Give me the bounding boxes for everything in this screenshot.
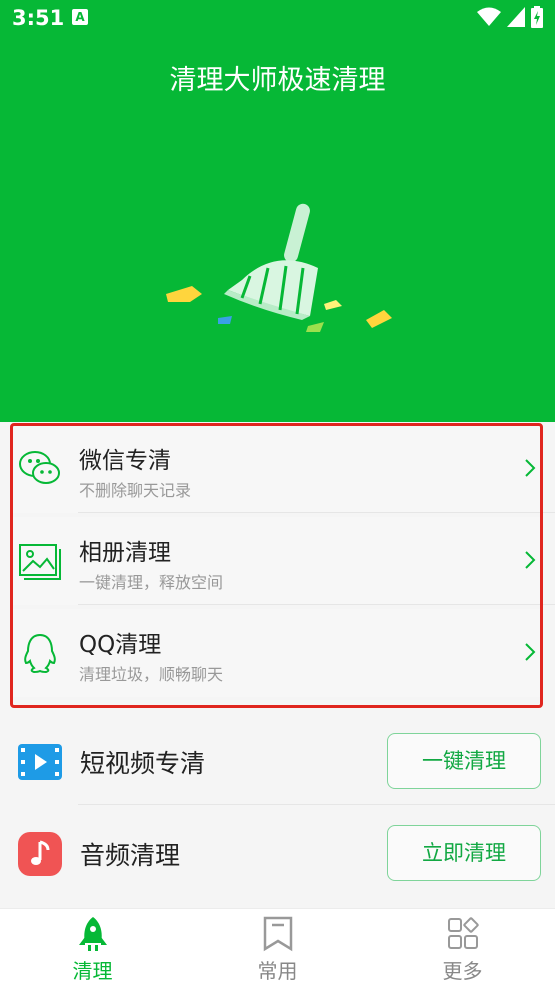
action-item-short-video: 短视频专清 一键清理 xyxy=(0,716,555,806)
bottom-nav: 清理 常用 更多 xyxy=(0,908,555,986)
grid-icon xyxy=(448,917,479,949)
hero-banner: 清理大师极速清理 xyxy=(0,38,555,422)
tab-label: 清理 xyxy=(72,959,113,983)
action-item-audio: 音频清理 立即清理 xyxy=(0,808,555,898)
divider xyxy=(78,804,555,805)
one-click-clean-button[interactable]: 一键清理 xyxy=(387,733,541,789)
action-title: 音频清理 xyxy=(80,841,181,870)
wifi-icon xyxy=(477,7,501,26)
rocket-icon xyxy=(79,917,107,951)
broom-illustration xyxy=(166,203,392,332)
action-title: 短视频专清 xyxy=(80,749,206,778)
tab-label: 常用 xyxy=(257,959,298,983)
highlight-box xyxy=(10,423,543,708)
signal-icon xyxy=(507,7,525,27)
app-title: 清理大师极速清理 xyxy=(169,65,386,96)
tab-more[interactable]: 更多 xyxy=(370,909,555,986)
bookmark-icon xyxy=(263,916,293,952)
clean-now-button[interactable]: 立即清理 xyxy=(387,825,541,881)
tab-label: 更多 xyxy=(442,959,483,983)
status-bar: 3:51 A xyxy=(0,0,555,38)
status-time: 3:51 xyxy=(12,6,65,30)
battery-icon xyxy=(531,6,543,28)
notification-icon: A xyxy=(72,9,88,25)
music-icon xyxy=(18,832,62,876)
tab-clean[interactable]: 清理 xyxy=(0,909,185,986)
tab-common[interactable]: 常用 xyxy=(185,909,370,986)
status-icons xyxy=(477,6,543,28)
video-icon xyxy=(18,744,62,780)
